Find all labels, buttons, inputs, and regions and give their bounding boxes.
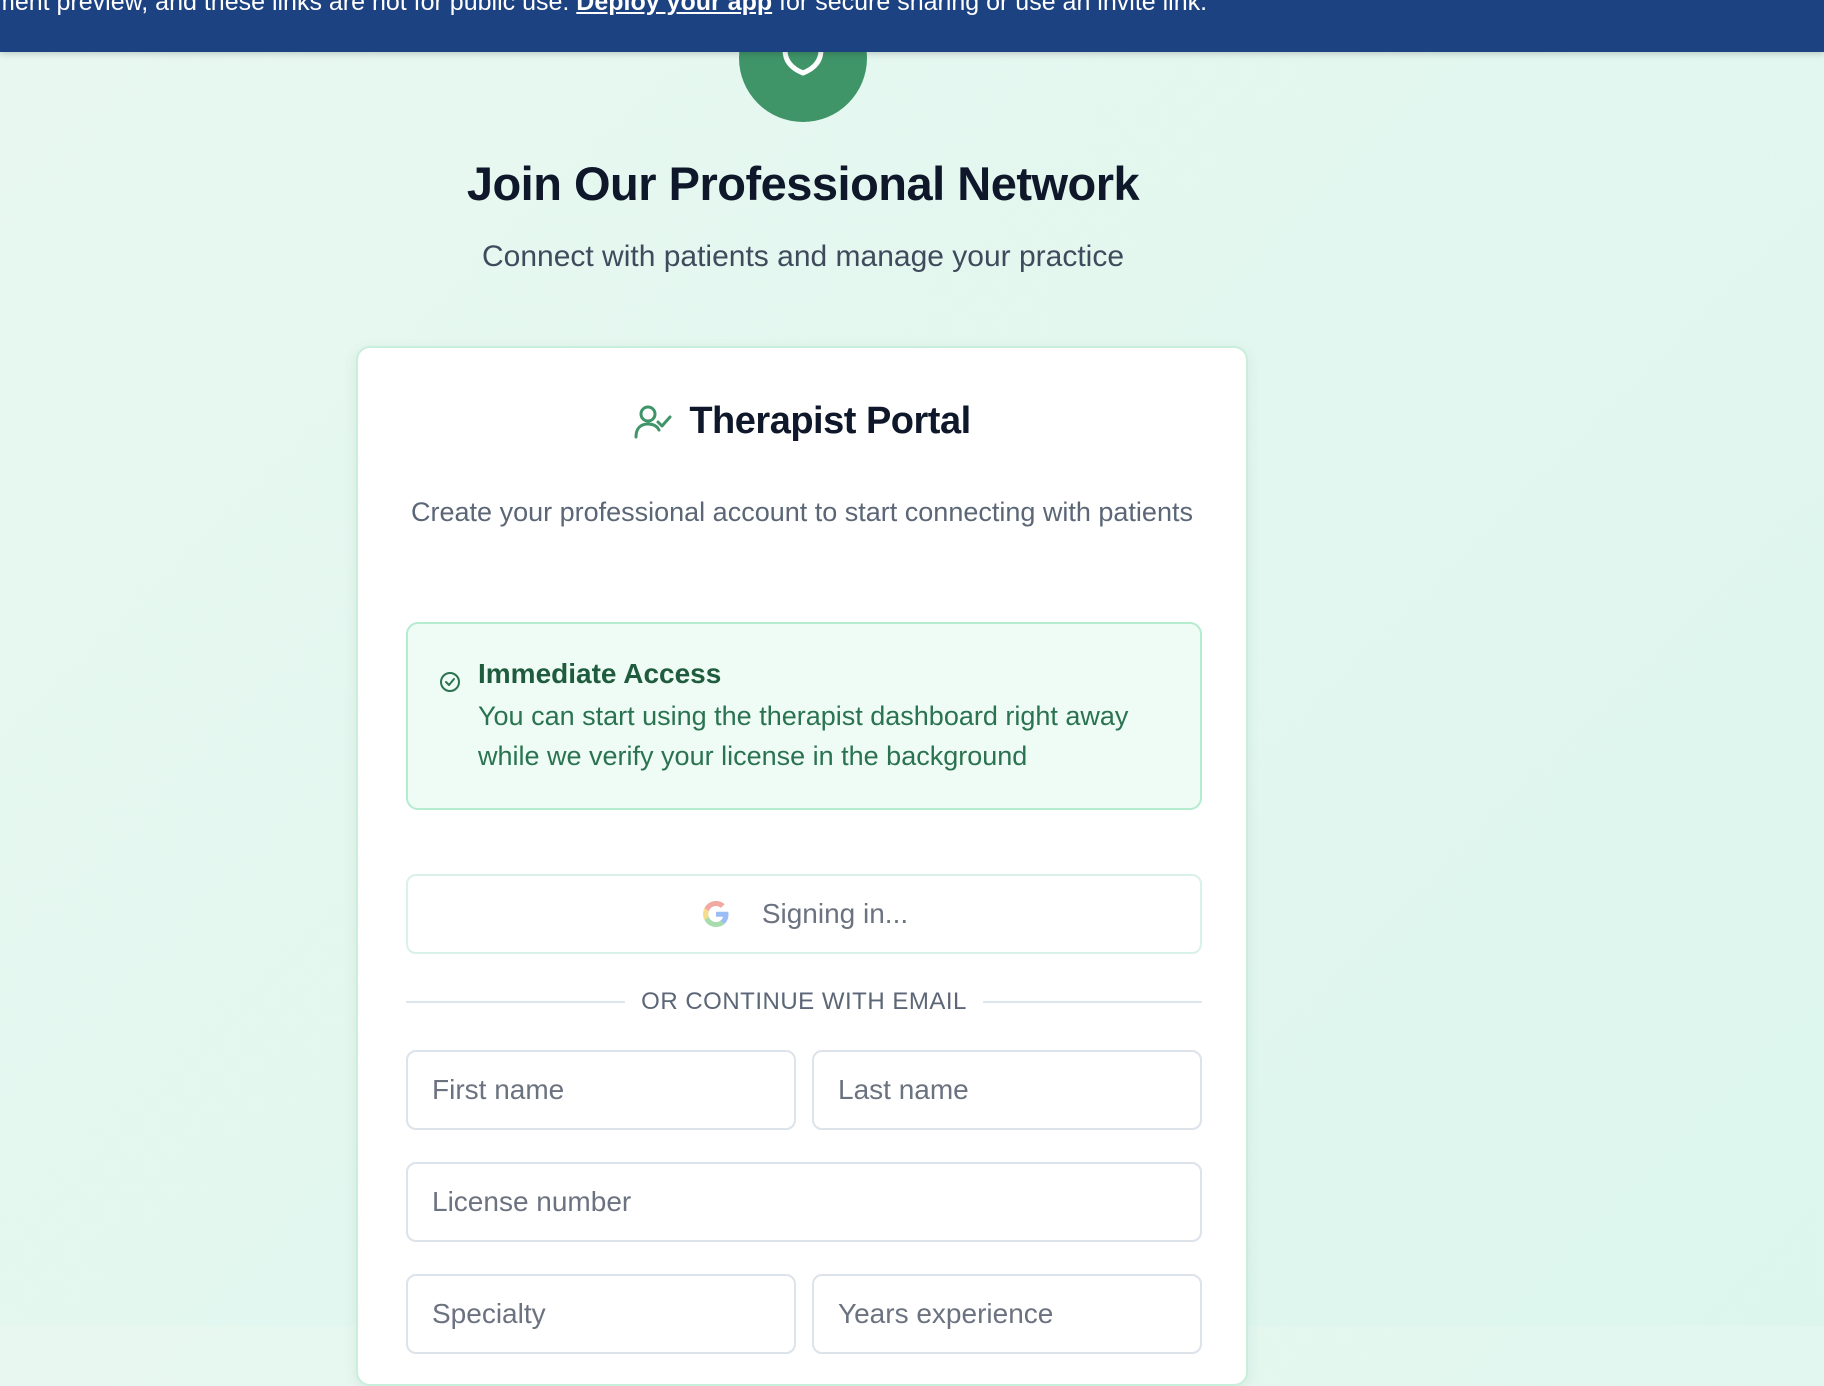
- google-button-label: Signing in...: [761, 898, 909, 929]
- check-circle-icon: [440, 672, 460, 692]
- last-name-input[interactable]: [812, 1050, 1202, 1130]
- card-title: Therapist Portal: [689, 400, 971, 442]
- google-icon: [702, 901, 729, 927]
- notice-title: Immediate Access: [478, 658, 722, 689]
- page-subtitle: Connect with patients and manage your pr…: [481, 240, 1125, 273]
- user-check-icon: [634, 405, 672, 438]
- banner-text-after: for secure sharing or use an invite link…: [772, 0, 1208, 16]
- divider-line-left: [406, 1001, 626, 1003]
- license-number-input[interactable]: [406, 1162, 1202, 1242]
- years-experience-input[interactable]: [812, 1274, 1202, 1354]
- email-divider: OR CONTINUE WITH EMAIL: [406, 988, 1203, 1016]
- card-description: Create your professional account to star…: [411, 497, 1193, 527]
- page-title: Join Our Professional Network: [466, 157, 1140, 210]
- first-name-input[interactable]: [406, 1050, 796, 1130]
- deploy-app-link[interactable]: Deploy your app: [576, 0, 772, 16]
- immediate-access-notice: Immediate Access You can start using the…: [406, 622, 1202, 810]
- preview-banner: ment preview, and these links are not fo…: [0, 0, 1824, 52]
- banner-message: ment preview, and these links are not fo…: [0, 0, 1207, 17]
- notice-body: You can start using the therapist dashbo…: [478, 701, 1129, 771]
- specialty-input[interactable]: [406, 1274, 796, 1354]
- signup-card: Therapist Portal Create your professiona…: [356, 346, 1248, 1386]
- google-signin-button[interactable]: Signing in...: [406, 874, 1202, 954]
- divider-line-right: [982, 1001, 1203, 1003]
- banner-text-before: ment preview, and these links are not fo…: [0, 0, 577, 16]
- divider-text: OR CONTINUE WITH EMAIL: [641, 988, 967, 1015]
- card-header: Therapist Portal: [358, 400, 1246, 443]
